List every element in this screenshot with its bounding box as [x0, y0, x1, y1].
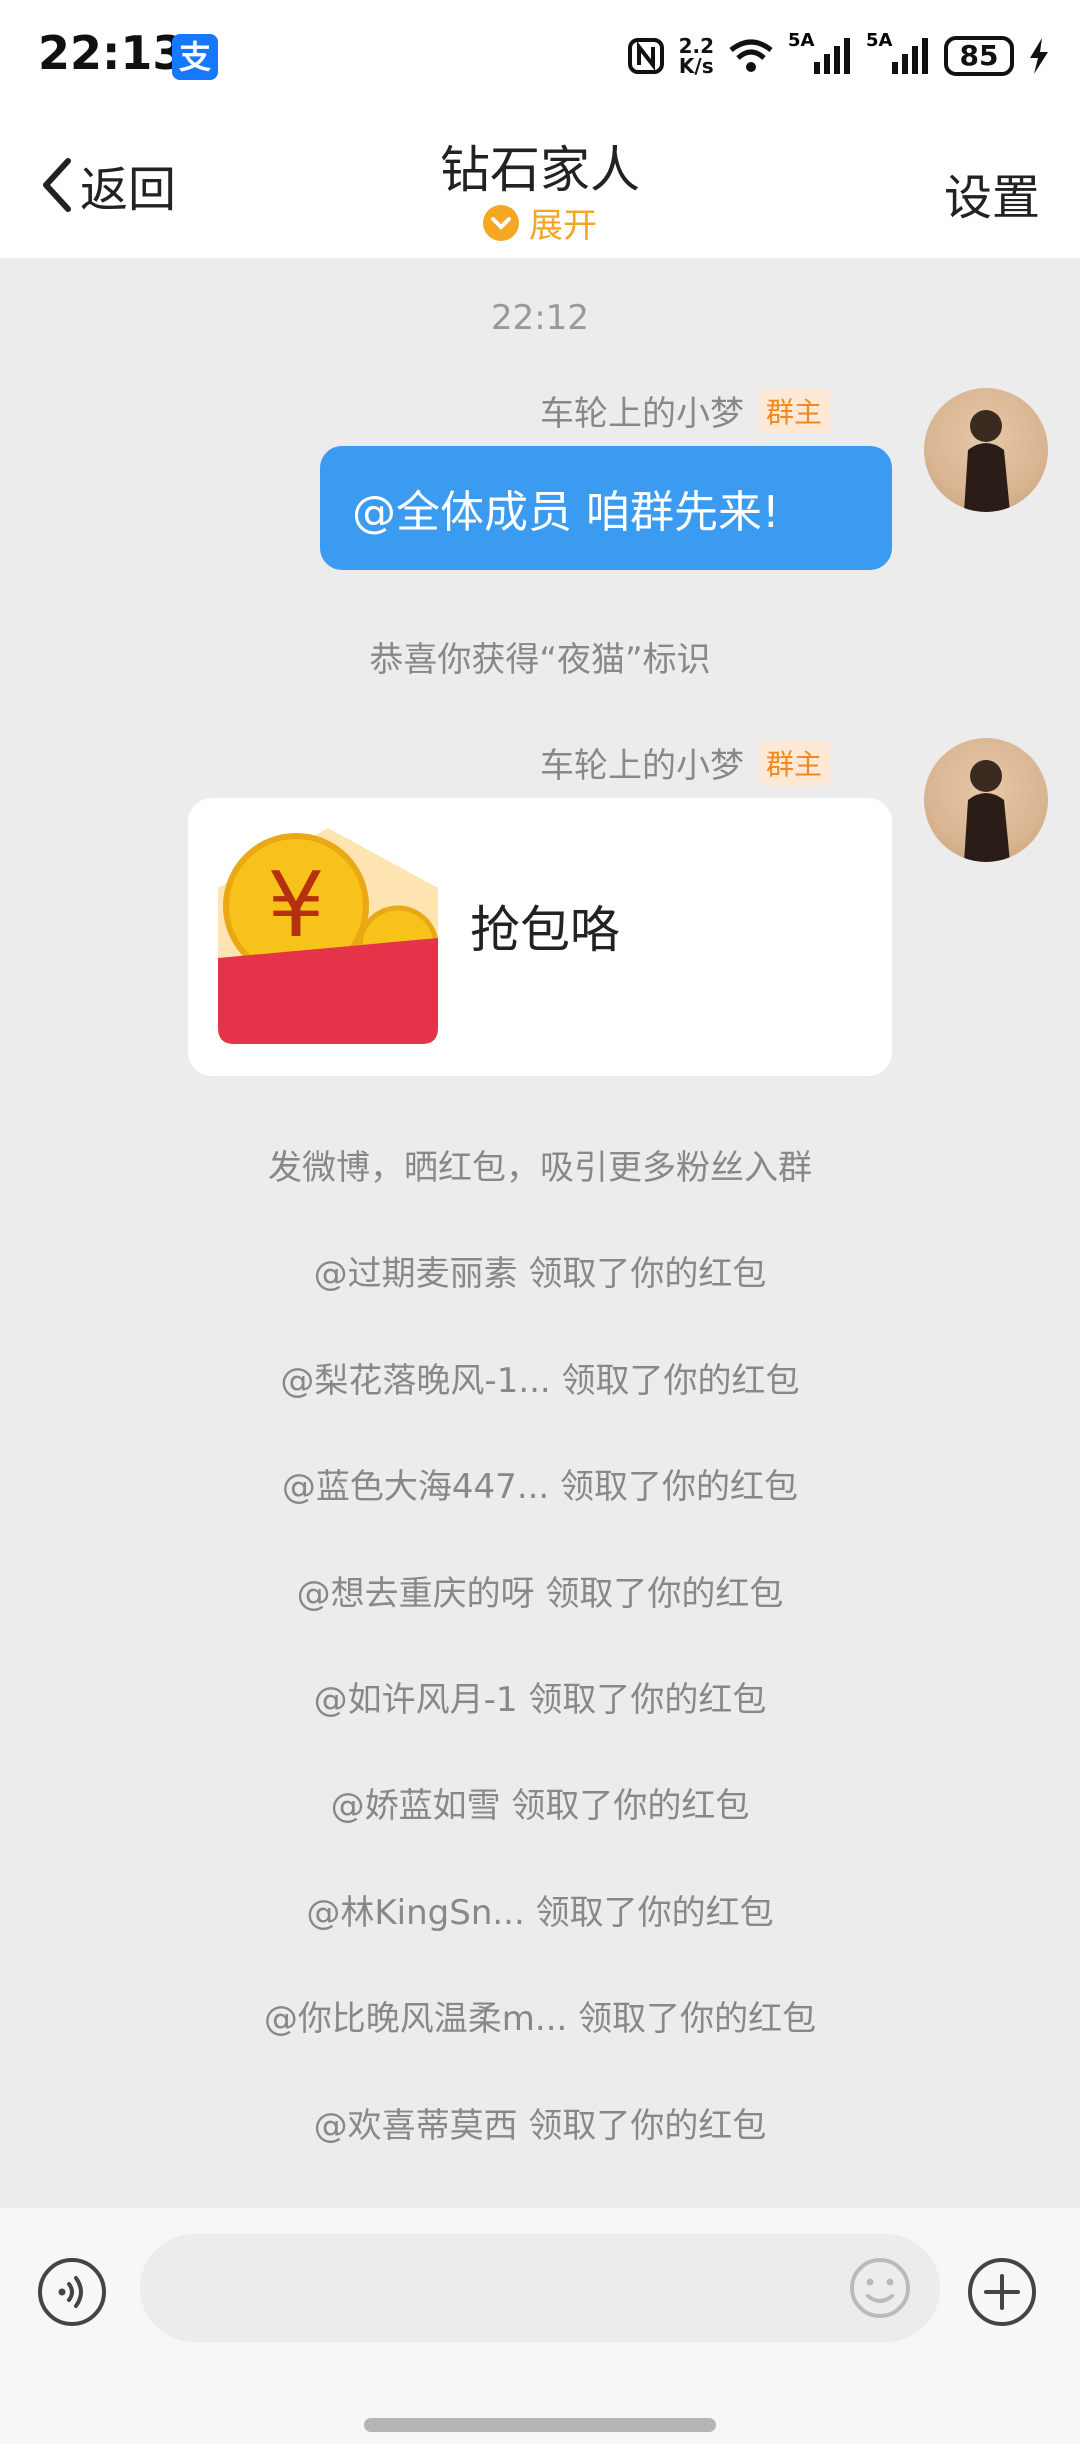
svg-text:¥: ¥: [267, 853, 324, 958]
claim-notice: @想去重庆的呀 领取了你的红包: [296, 1574, 784, 1614]
status-icons: 2.2 K/s 5A 5A 85: [627, 28, 1050, 84]
expand-button[interactable]: 展开: [0, 198, 1080, 247]
input-bar: [0, 2208, 1080, 2444]
charging-icon: [1030, 38, 1048, 74]
emoji-icon[interactable]: [848, 2256, 912, 2320]
message-bubble[interactable]: @全体成员 咱群先来!: [320, 446, 892, 570]
page-title: 钻石家人: [440, 141, 640, 199]
battery-icon: 85: [944, 36, 1014, 76]
nav-bar: 返回 钻石家人 展开 设置: [0, 110, 1080, 258]
status-time: 22:13: [38, 26, 185, 80]
net-speed-unit: K/s: [678, 54, 714, 78]
sender-name-row: 车轮上的小梦 群主: [540, 386, 830, 435]
redpacket-card[interactable]: ¥ 抢包咯: [188, 798, 892, 1076]
person-avatar-icon: [964, 410, 1010, 512]
redpacket-title: 抢包咯: [470, 901, 620, 959]
system-notice: 恭喜你获得“夜猫”标识: [369, 640, 711, 680]
claim-notice: @如许风月-1 领取了你的红包: [313, 1680, 767, 1720]
wifi-icon: [729, 39, 773, 72]
sender-name-row: 车轮上的小梦 群主: [540, 738, 830, 787]
claim-notice: @欢喜蒂莫西 领取了你的红包: [313, 2106, 767, 2146]
net-speed: 2.2 K/s: [679, 36, 714, 76]
owner-badge: 群主: [757, 740, 830, 785]
signal-icon: 5A: [788, 30, 852, 76]
claim-notice: @蓝色大海447... 领取了你的红包: [281, 1467, 799, 1507]
message-input[interactable]: [140, 2234, 940, 2342]
avatar[interactable]: [924, 388, 1048, 512]
alipay-icon: 支: [172, 34, 218, 80]
sender-name: 车轮上的小梦: [539, 394, 744, 434]
sender-name: 车轮上的小梦: [539, 746, 744, 786]
net-speed-value: 2.2: [678, 34, 714, 58]
claim-notice: @娇蓝如雪 领取了你的红包: [330, 1786, 750, 1826]
redpacket-icon: ¥: [218, 828, 438, 1044]
owner-badge: 群主: [757, 388, 830, 433]
person-avatar-icon: [964, 760, 1010, 862]
expand-label: 展开: [529, 206, 597, 246]
claim-notice: @过期麦丽素 领取了你的红包: [313, 1254, 767, 1294]
claim-notice: @你比晚风温柔m... 领取了你的红包: [263, 1999, 817, 2039]
voice-icon[interactable]: [36, 2256, 108, 2328]
settings-button[interactable]: 设置: [944, 158, 1040, 228]
signal-icon: 5A: [866, 30, 930, 76]
claim-notice: @梨花落晚风-1... 领取了你的红包: [280, 1361, 800, 1401]
promo-notice: 发微博，晒红包，吸引更多粉丝入群: [268, 1148, 812, 1188]
nfc-icon: [627, 38, 664, 74]
claim-notice: @林KingSn... 领取了你的红包: [306, 1893, 774, 1933]
avatar[interactable]: [924, 738, 1048, 862]
chevron-down-icon: [483, 204, 519, 241]
chat-area[interactable]: 22:12 车轮上的小梦 群主 @全体成员 咱群先来! 恭喜你获得“夜猫”标识 …: [0, 258, 1080, 2208]
home-indicator[interactable]: [364, 2418, 716, 2432]
status-bar: 22:13 支 2.2 K/s 5A 5A 85: [0, 0, 1080, 110]
timestamp: 22:12: [491, 298, 589, 338]
add-icon[interactable]: [966, 2256, 1038, 2328]
